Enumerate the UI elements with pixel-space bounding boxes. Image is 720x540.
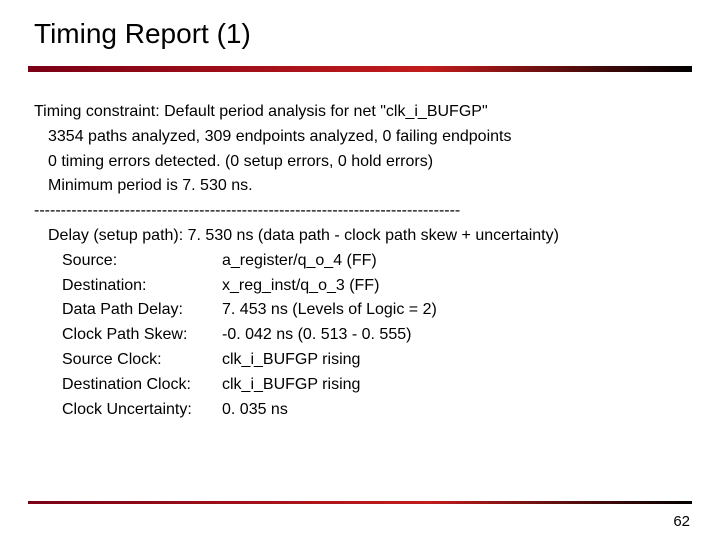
label-destination: Destination: bbox=[62, 274, 222, 299]
label-source: Source: bbox=[62, 249, 222, 274]
report-body: Timing constraint: Default period analys… bbox=[0, 72, 720, 422]
min-period-line: Minimum period is 7. 530 ns. bbox=[48, 174, 686, 199]
constraint-line: Timing constraint: Default period analys… bbox=[34, 100, 686, 125]
row-destination-clock: Destination Clock: clk_i_BUFGP rising bbox=[62, 373, 686, 398]
row-clock-uncertainty: Clock Uncertainty: 0. 035 ns bbox=[62, 398, 686, 423]
errors-line: 0 timing errors detected. (0 setup error… bbox=[48, 150, 686, 175]
value-clock-path-skew: -0. 042 ns (0. 513 - 0. 555) bbox=[222, 323, 686, 348]
title-area: Timing Report (1) bbox=[0, 0, 720, 56]
separator-line: ----------------------------------------… bbox=[34, 199, 686, 224]
row-clock-path-skew: Clock Path Skew: -0. 042 ns (0. 513 - 0.… bbox=[62, 323, 686, 348]
row-source-clock: Source Clock: clk_i_BUFGP rising bbox=[62, 348, 686, 373]
label-source-clock: Source Clock: bbox=[62, 348, 222, 373]
value-source-clock: clk_i_BUFGP rising bbox=[222, 348, 686, 373]
label-clock-path-skew: Clock Path Skew: bbox=[62, 323, 222, 348]
page-number: 62 bbox=[673, 513, 690, 530]
value-clock-uncertainty: 0. 035 ns bbox=[222, 398, 686, 423]
label-data-path-delay: Data Path Delay: bbox=[62, 298, 222, 323]
footer-underline bbox=[28, 501, 692, 504]
row-source: Source: a_register/q_o_4 (FF) bbox=[62, 249, 686, 274]
value-source: a_register/q_o_4 (FF) bbox=[222, 249, 686, 274]
paths-line: 3354 paths analyzed, 309 endpoints analy… bbox=[48, 125, 686, 150]
label-destination-clock: Destination Clock: bbox=[62, 373, 222, 398]
label-clock-uncertainty: Clock Uncertainty: bbox=[62, 398, 222, 423]
page-title: Timing Report (1) bbox=[34, 18, 720, 50]
value-destination: x_reg_inst/q_o_3 (FF) bbox=[222, 274, 686, 299]
row-destination: Destination: x_reg_inst/q_o_3 (FF) bbox=[62, 274, 686, 299]
row-data-path-delay: Data Path Delay: 7. 453 ns (Levels of Lo… bbox=[62, 298, 686, 323]
value-destination-clock: clk_i_BUFGP rising bbox=[222, 373, 686, 398]
delay-line: Delay (setup path): 7. 530 ns (data path… bbox=[48, 224, 686, 249]
value-data-path-delay: 7. 453 ns (Levels of Logic = 2) bbox=[222, 298, 686, 323]
